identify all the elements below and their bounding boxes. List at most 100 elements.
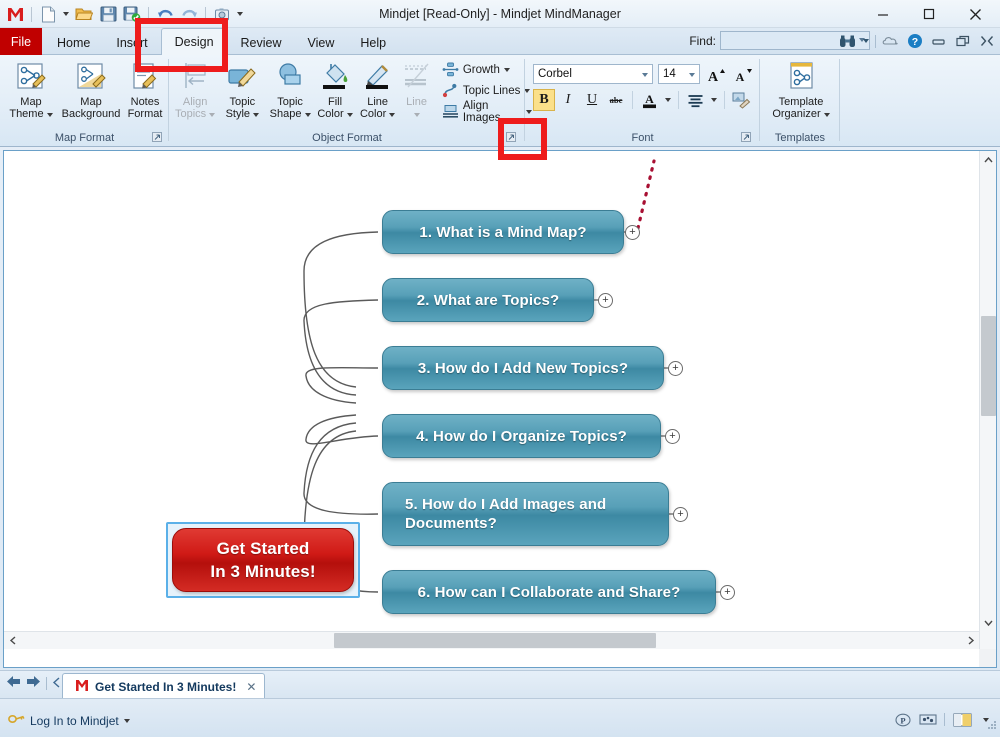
- template-organizer-button[interactable]: TemplateOrganizer: [764, 57, 838, 120]
- maximize-button[interactable]: [906, 1, 952, 28]
- fill-color-icon: [320, 60, 350, 94]
- topic-5[interactable]: 5. How do I Add Images and Documents?: [382, 482, 669, 546]
- cloud-icon[interactable]: [881, 32, 900, 51]
- document-tab-close-icon[interactable]: ✕: [246, 680, 256, 694]
- font-size-value: 14: [663, 68, 676, 80]
- tab-view[interactable]: View: [295, 31, 348, 55]
- topic-2-expand-button[interactable]: +: [598, 293, 613, 308]
- underline-button[interactable]: U: [581, 89, 603, 111]
- root-topic[interactable]: Get Started In 3 Minutes!: [172, 528, 354, 592]
- topic-shape-label: TopicShape: [270, 96, 311, 120]
- map-background-button[interactable]: MapBackground: [60, 57, 122, 120]
- font-size-dropdown-icon[interactable]: [689, 73, 695, 77]
- growth-button[interactable]: Growth: [439, 59, 535, 80]
- close-button[interactable]: [952, 1, 998, 28]
- topic-style-button[interactable]: TopicStyle: [219, 57, 265, 120]
- text-align-dropdown[interactable]: [708, 89, 719, 111]
- topic-4-expand-button[interactable]: +: [665, 429, 680, 444]
- line-button[interactable]: Line: [400, 57, 433, 120]
- minimize-ribbon-icon[interactable]: [929, 32, 948, 51]
- view-mode-icon[interactable]: [952, 712, 974, 727]
- shrink-font-button[interactable]: A: [732, 63, 754, 85]
- tab-insert[interactable]: Insert: [103, 31, 160, 55]
- topic-3[interactable]: 3. How do I Add New Topics?: [382, 346, 664, 390]
- fill-color-button[interactable]: FillColor: [315, 57, 356, 120]
- tab-home[interactable]: Home: [44, 31, 103, 55]
- horizontal-scroll-thumb[interactable]: [334, 633, 656, 648]
- topic-1[interactable]: 1. What is a Mind Map?: [382, 210, 624, 254]
- topic-3-expand-label: +: [672, 363, 678, 374]
- topic-6[interactable]: 6. How can I Collaborate and Share?: [382, 570, 716, 614]
- font-color-dropdown[interactable]: [662, 89, 673, 111]
- horizontal-scrollbar[interactable]: [4, 631, 979, 649]
- align-topics-button[interactable]: AlignTopics: [171, 57, 219, 120]
- topic-2[interactable]: 2. What are Topics?: [382, 278, 594, 322]
- scroll-right-button[interactable]: [962, 632, 979, 649]
- document-tab[interactable]: Get Started In 3 Minutes! ✕: [62, 673, 265, 699]
- line-icon: [402, 60, 432, 94]
- topic-5-line2: Documents?: [405, 514, 497, 533]
- minimize-button[interactable]: [860, 1, 906, 28]
- status-bar-icons: P: [894, 712, 990, 727]
- tab-design[interactable]: Design: [161, 28, 228, 55]
- resize-grip-icon[interactable]: [986, 717, 997, 735]
- notes-format-icon: [130, 60, 160, 94]
- grow-font-button[interactable]: A: [705, 63, 727, 85]
- font-size-combobox[interactable]: 14: [658, 64, 700, 84]
- strikethrough-button[interactable]: abc: [605, 89, 627, 111]
- nav-tab-list-icon[interactable]: [52, 676, 62, 691]
- line-color-button[interactable]: LineColor: [355, 57, 399, 120]
- tab-file[interactable]: File: [0, 28, 42, 55]
- binoculars-dropdown-icon[interactable]: [862, 32, 870, 51]
- template-organizer-icon: [784, 60, 818, 94]
- map-theme-button[interactable]: MapTheme: [2, 57, 60, 120]
- walk-through-icon[interactable]: [919, 712, 937, 727]
- svg-text:?: ?: [911, 36, 917, 48]
- font-name-dropdown-icon[interactable]: [642, 73, 648, 77]
- topic-6-expand-button[interactable]: +: [720, 585, 735, 600]
- svg-text:P: P: [900, 715, 905, 725]
- close-doc-icon[interactable]: [977, 32, 996, 51]
- font-name-combobox[interactable]: Corbel: [533, 64, 653, 84]
- text-align-button[interactable]: [684, 89, 706, 111]
- nav-back-icon[interactable]: [6, 675, 21, 691]
- font-separator-1: [632, 91, 633, 109]
- scroll-up-button[interactable]: [980, 151, 997, 168]
- bold-button[interactable]: B: [533, 89, 555, 111]
- map-canvas[interactable]: Get Started In 3 Minutes! 1. What is a M…: [4, 151, 979, 649]
- root-topic-line2: In 3 Minutes!: [210, 560, 315, 583]
- topic-3-expand-button[interactable]: +: [668, 361, 683, 376]
- binoculars-icon[interactable]: [838, 32, 857, 51]
- find-label: Find:: [689, 34, 716, 48]
- presentation-icon[interactable]: P: [894, 712, 912, 727]
- font-color-button[interactable]: A: [638, 89, 660, 111]
- notes-format-button[interactable]: NotesFormat: [122, 57, 168, 120]
- map-format-dialog-launcher[interactable]: [151, 131, 163, 143]
- help-icon[interactable]: ?: [905, 32, 924, 51]
- object-format-dialog-launcher[interactable]: [505, 131, 517, 143]
- tab-help[interactable]: Help: [347, 31, 399, 55]
- topic-lines-button[interactable]: Topic Lines: [439, 80, 535, 101]
- font-dialog-launcher[interactable]: [740, 131, 752, 143]
- login-dropdown-icon[interactable]: [124, 719, 130, 723]
- notes-format-label: NotesFormat: [128, 96, 163, 120]
- restore-window-icon[interactable]: [953, 32, 972, 51]
- ribbon: MapTheme MapBackground: [0, 55, 1000, 147]
- map-canvas-frame: Get Started In 3 Minutes! 1. What is a M…: [3, 150, 997, 668]
- topic-5-expand-button[interactable]: +: [673, 507, 688, 522]
- topic-1-expand-button[interactable]: +: [625, 225, 640, 240]
- scroll-left-button[interactable]: [4, 632, 21, 649]
- line-label: Line: [406, 96, 427, 120]
- topic-shape-button[interactable]: TopicShape: [266, 57, 315, 120]
- nav-forward-icon[interactable]: [26, 675, 41, 691]
- topic-4[interactable]: 4. How do I Organize Topics?: [382, 414, 661, 458]
- vertical-scroll-thumb[interactable]: [981, 316, 996, 416]
- align-images-button[interactable]: Align Images: [439, 101, 535, 122]
- tab-review[interactable]: Review: [228, 31, 295, 55]
- login-to-mindjet-button[interactable]: Log In to Mindjet: [8, 713, 130, 728]
- vertical-scrollbar[interactable]: [979, 151, 996, 649]
- align-topics-label: AlignTopics: [175, 96, 215, 120]
- italic-button[interactable]: I: [557, 89, 579, 111]
- scroll-down-button[interactable]: [980, 614, 997, 631]
- format-painter-button[interactable]: [730, 89, 752, 111]
